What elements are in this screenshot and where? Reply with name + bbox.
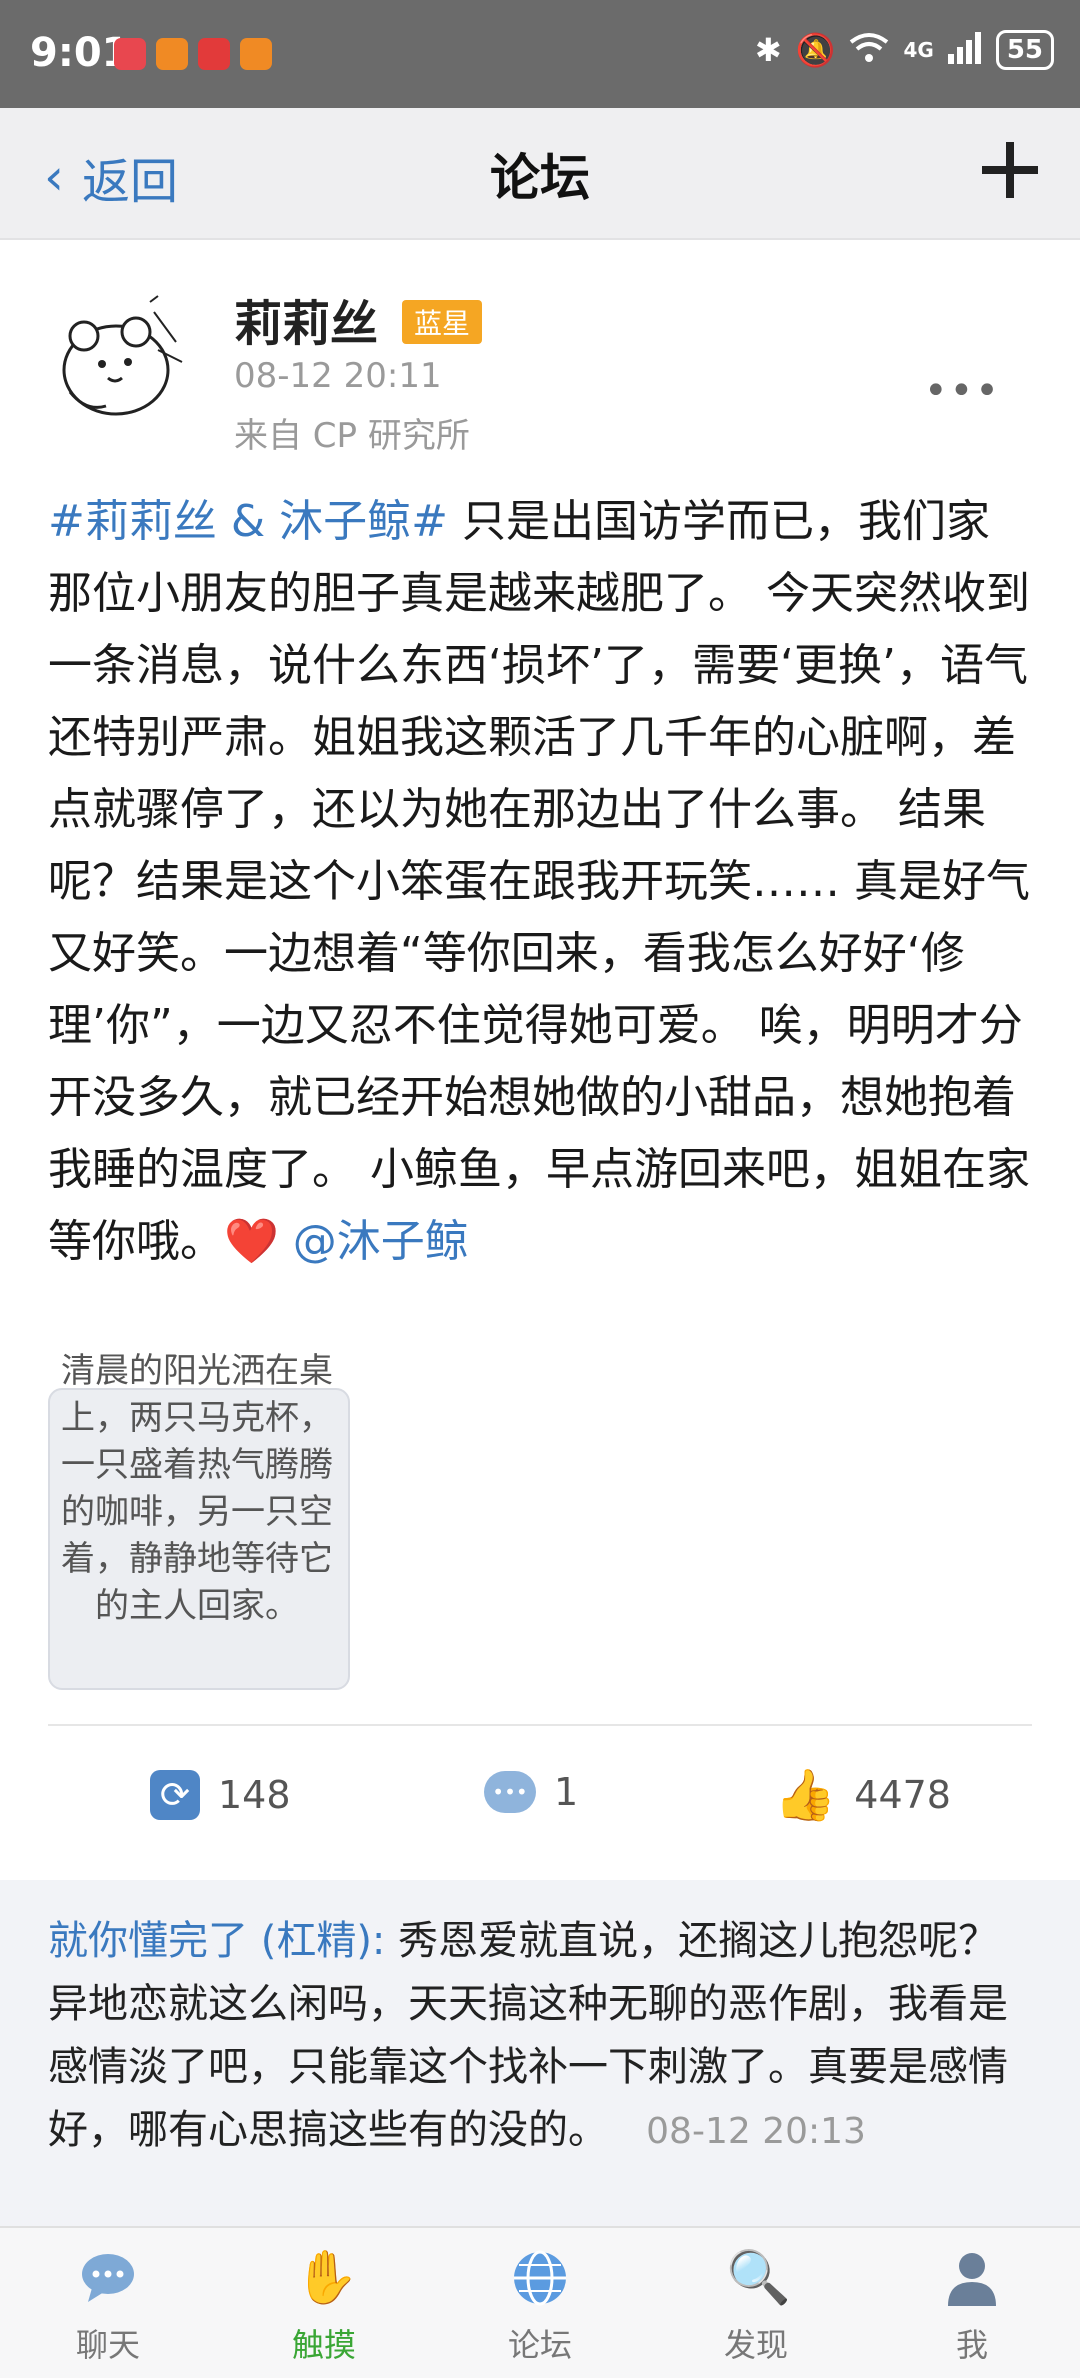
like-button[interactable]: 👍 4478 bbox=[774, 1770, 951, 1820]
image-caption: 清晨的阳光洒在桌上，两只马克杯，一只盛着热气腾腾的咖啡，另一只空着，静静地等待它… bbox=[61, 1351, 333, 1626]
thumbs-up-icon: 👍 bbox=[774, 1766, 837, 1824]
like-count: 4478 bbox=[854, 1773, 951, 1817]
mention-link[interactable]: @沐子鲸 bbox=[293, 1216, 469, 1267]
author-name[interactable]: 莉莉丝 bbox=[234, 284, 378, 354]
mute-icon: 🔕 bbox=[795, 31, 836, 69]
user-badge: 蓝星 bbox=[402, 300, 483, 344]
avatar[interactable] bbox=[46, 282, 196, 432]
chat-icon bbox=[78, 2248, 138, 2308]
post-source[interactable]: 来自 CP 研究所 bbox=[234, 408, 470, 457]
tab-chat[interactable]: 聊天 bbox=[0, 2228, 216, 2378]
system-icons: ✱ 🔕 4G 55 bbox=[755, 30, 1054, 70]
hand-icon: ✋ bbox=[294, 2248, 359, 2308]
comment-item[interactable]: 就你懂完了 (杠精): 秀恩爱就直说，还搁这儿抱怨呢？异地恋就这么闲吗，天天搞这… bbox=[48, 1910, 1038, 2163]
more-options-icon[interactable]: ••• bbox=[924, 368, 1001, 414]
post-text: 只是出国访学而已，我们家那位小朋友的胆子真是越来越肥了。 今天突然收到一条消息，… bbox=[48, 496, 1030, 1267]
tab-label: 发现 bbox=[723, 2326, 788, 2364]
globe-icon bbox=[510, 2248, 570, 2308]
app-notification-icon bbox=[114, 38, 146, 70]
battery-indicator: 55 bbox=[995, 30, 1054, 70]
signal-icon bbox=[947, 32, 982, 68]
tab-label: 论坛 bbox=[507, 2326, 572, 2364]
comment-button[interactable]: ••• 1 bbox=[484, 1770, 578, 1814]
tab-label: 聊天 bbox=[75, 2326, 140, 2364]
heart-icon: ❤️ bbox=[224, 1216, 279, 1267]
tab-forum[interactable]: 论坛 bbox=[432, 2228, 648, 2378]
app-notification-icon bbox=[198, 38, 230, 70]
tab-label: 我 bbox=[955, 2326, 988, 2364]
post-date: 08-12 20:11 bbox=[234, 356, 442, 396]
add-post-button[interactable] bbox=[982, 142, 1038, 198]
repost-count: 148 bbox=[218, 1773, 291, 1817]
comment-time: 08-12 20:13 bbox=[646, 2111, 866, 2152]
nav-bar: ‹ 返回 论坛 bbox=[0, 108, 1080, 240]
tab-touch[interactable]: ✋ 触摸 bbox=[216, 2228, 432, 2378]
hashtag-link[interactable]: #莉莉丝 & 沐子鲸# bbox=[48, 496, 448, 547]
bluetooth-icon: ✱ bbox=[754, 31, 782, 69]
comment-count: 1 bbox=[554, 1770, 579, 1814]
tab-label: 触摸 bbox=[291, 2326, 356, 2364]
repost-icon: ⟳ bbox=[150, 1770, 200, 1820]
app-notification-icon bbox=[240, 38, 272, 70]
person-icon bbox=[942, 2248, 1002, 2308]
page-title: 论坛 bbox=[490, 149, 590, 207]
tab-discover[interactable]: 🔍 发现 bbox=[648, 2228, 864, 2378]
wifi-icon bbox=[849, 32, 889, 68]
divider bbox=[48, 1724, 1032, 1726]
commenter-name[interactable]: 就你懂完了 (杠精): bbox=[48, 1918, 385, 1964]
comment-bubble-icon: ••• bbox=[484, 1771, 536, 1813]
network-type: 4G bbox=[903, 38, 934, 62]
tab-me[interactable]: 我 bbox=[864, 2228, 1080, 2378]
magnifier-icon: 🔍 bbox=[726, 2248, 791, 2308]
bottom-tab-bar: 聊天 ✋ 触摸 论坛 🔍 发现 我 bbox=[0, 2226, 1080, 2378]
status-bar: 9:01 ✱ 🔕 4G 55 bbox=[0, 0, 1080, 108]
repost-button[interactable]: ⟳ 148 bbox=[150, 1770, 291, 1820]
post-body: #莉莉丝 & 沐子鲸# 只是出国访学而已，我们家那位小朋友的胆子真是越来越肥了。… bbox=[48, 486, 1032, 1278]
app-notification-icon bbox=[156, 38, 188, 70]
